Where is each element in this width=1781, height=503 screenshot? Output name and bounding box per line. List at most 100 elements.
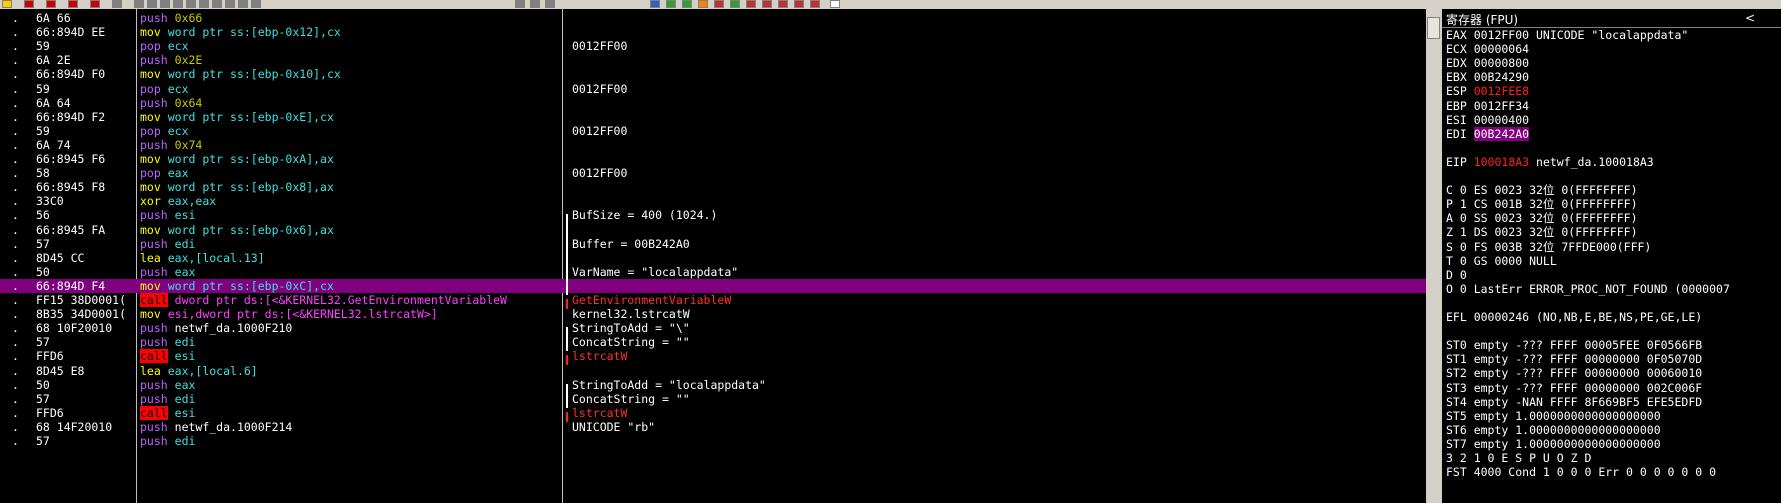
register-line[interactable]: EDI 00B242A0	[1446, 126, 1781, 141]
toolbar-button-icon[interactable]	[160, 0, 170, 8]
disassembly-row[interactable]: . 68 14F20010 push netwf_da.1000F214 UNICOD…	[0, 420, 1426, 434]
toolbar-button-icon[interactable]	[650, 0, 660, 8]
toolbar-button-icon[interactable]	[778, 0, 788, 8]
disassembly-row[interactable]: . 57 push edi ConcatString = ""	[0, 335, 1426, 349]
toolbar-button-icon[interactable]	[714, 0, 724, 8]
register-line[interactable]: EBP 0012FF34	[1446, 99, 1781, 113]
disassembly-row[interactable]: . 68 10F20010 push netwf_da.1000F210 String…	[0, 321, 1426, 335]
row-marker: .	[12, 25, 19, 40]
toolbar-button-icon[interactable]	[251, 0, 261, 8]
register-line[interactable]: S 0 FS 003B 32位 7FFDE000(FFF)	[1446, 240, 1781, 254]
disassembly-row[interactable]: . 66:894D F2 mov word ptr ss:[ebp-0xE],cx	[0, 110, 1426, 124]
disassembly-row[interactable]: . 66:8945 F6 mov word ptr ss:[ebp-0xA],ax	[0, 152, 1426, 166]
registers-pane[interactable]: 寄存器 (FPU) < EAX 0012FF00 UNICODE "locala…	[1442, 9, 1781, 503]
register-line[interactable]: Z 1 DS 0023 32位 0(FFFFFFFF)	[1446, 225, 1781, 239]
toolbar-button-icon[interactable]	[112, 0, 122, 8]
toolbar-button-icon[interactable]	[515, 0, 525, 8]
toolbar-button-icon[interactable]	[186, 0, 196, 8]
disassembly-row[interactable]: . 66:8945 FA mov word ptr ss:[ebp-0x6],ax	[0, 223, 1426, 237]
disassembly-row[interactable]: . 6A 64 push 0x64	[0, 96, 1426, 110]
register-line[interactable]: C 0 ES 0023 32位 0(FFFFFFFF)	[1446, 183, 1781, 197]
toolbar-button-icon[interactable]	[794, 0, 804, 8]
collapse-chevron-icon[interactable]: <	[1745, 11, 1755, 25]
toolbar-button-icon[interactable]	[2, 0, 12, 8]
toolbar-button-icon[interactable]	[666, 0, 676, 8]
disassembly-row[interactable]: . 59 pop ecx 0012FF00	[0, 82, 1426, 96]
register-line[interactable]: ST5 empty 1.0000000000000000000	[1446, 409, 1781, 423]
register-line[interactable]: ST6 empty 1.0000000000000000000	[1446, 423, 1781, 437]
toolbar-button-icon[interactable]	[212, 0, 222, 8]
register-line[interactable]: ESI 00000400	[1446, 113, 1781, 127]
disassembly-pane[interactable]: . 6A 66 push 0x66. 66:894D EE mov word ptr s…	[0, 9, 1426, 503]
disassembly-row[interactable]: . 66:8945 F8 mov word ptr ss:[ebp-0x8],ax	[0, 180, 1426, 194]
register-line[interactable]: EAX 0012FF00 UNICODE "localappdata"	[1446, 28, 1781, 42]
toolbar-button-icon[interactable]	[90, 0, 100, 8]
register-line[interactable]: ST0 empty -??? FFFF 00005FEE 0F0566FB	[1446, 338, 1781, 352]
disassembly-row[interactable]: . 57 push edi	[0, 434, 1426, 448]
disassembly-row[interactable]: . 8D45 CC lea eax,[local.13]	[0, 251, 1426, 265]
register-line[interactable]: ST2 empty -??? FFFF 00000000 00060010	[1446, 366, 1781, 380]
register-line[interactable]: EBX 00B24290	[1446, 70, 1781, 84]
disassembly-row[interactable]: . 33C0 xor eax,eax	[0, 194, 1426, 208]
register-line[interactable]: ST7 empty 1.0000000000000000000	[1446, 437, 1781, 451]
scrollbar-thumb[interactable]	[1427, 17, 1440, 39]
disassembly-row[interactable]: . FFD6 call esi lstrcatW	[0, 349, 1426, 364]
register-line[interactable]: ST3 empty -??? FFFF 00000000 002C006F	[1446, 381, 1781, 395]
register-line[interactable]: ST1 empty -??? FFFF 00000000 0F05070D	[1446, 352, 1781, 366]
register-line[interactable]: FST 4000 Cond 1 0 0 0 Err 0 0 0 0 0 0 0	[1446, 465, 1781, 479]
toolbar-button-icon[interactable]	[682, 0, 692, 8]
toolbar-button-icon[interactable]	[830, 0, 840, 8]
register-line[interactable]: ECX 00000064	[1446, 42, 1781, 56]
toolbar-button-icon[interactable]	[68, 0, 78, 8]
disassembly-row[interactable]: . 66:894D F0 mov word ptr ss:[ebp-0x10],cx	[0, 67, 1426, 81]
toolbar-button-icon[interactable]	[225, 0, 235, 8]
register-line[interactable]	[1446, 141, 1781, 155]
disassembly-row[interactable]: . 8B35 34D0001(mov esi,dword ptr ds:[<&KE…	[0, 307, 1426, 321]
disassembly-row[interactable]: . 58 pop eax 0012FF00	[0, 166, 1426, 180]
toolbar-button-icon[interactable]	[238, 0, 248, 8]
toolbar-button-icon[interactable]	[810, 0, 820, 8]
register-line[interactable]: A 0 SS 0023 32位 0(FFFFFFFF)	[1446, 211, 1781, 225]
toolbar-button-icon[interactable]	[173, 0, 183, 8]
register-line[interactable]: EFL 00000246 (NO,NB,E,BE,NS,PE,GE,LE)	[1446, 310, 1781, 324]
register-line[interactable]: T 0 GS 0000 NULL	[1446, 254, 1781, 268]
toolbar-button-icon[interactable]	[199, 0, 209, 8]
toolbar-button-icon[interactable]	[545, 0, 555, 8]
disassembly-scrollbar[interactable]	[1426, 9, 1442, 503]
disassembly-row[interactable]: . 6A 2E push 0x2E	[0, 53, 1426, 67]
disassembly-row[interactable]: . 6A 66 push 0x66	[0, 11, 1426, 25]
toolbar-button-icon[interactable]	[134, 0, 144, 8]
disassembly-row[interactable]: . 59 pop ecx 0012FF00	[0, 124, 1426, 138]
toolbar-button-icon[interactable]	[762, 0, 772, 8]
register-line[interactable]: D 0	[1446, 268, 1781, 282]
disassembly-row[interactable]: . 56 push esi BufSize = 400 (1024.)	[0, 208, 1426, 222]
register-line[interactable]: EIP 100018A3 netwf_da.100018A3	[1446, 155, 1781, 169]
register-line[interactable]: 3 2 1 0 E S P U O Z D	[1446, 451, 1781, 465]
disassembly-row[interactable]: . 6A 74 push 0x74	[0, 138, 1426, 152]
disassembly-row[interactable]: . 50 push eax StringToAdd = "localappdata"	[0, 378, 1426, 392]
disassembly-row[interactable]: . 57 push edi ConcatString = ""	[0, 392, 1426, 406]
disassembly-row[interactable]: . 66:894D F4 mov word ptr ss:[ebp-0xC],cx	[0, 278, 1426, 293]
register-line[interactable]: ESP 0012FEE8	[1446, 84, 1781, 98]
register-line[interactable]	[1446, 169, 1781, 183]
register-line[interactable]	[1446, 324, 1781, 338]
disassembly-row[interactable]: . 59 pop ecx 0012FF00	[0, 39, 1426, 53]
disassembly-row[interactable]: . 66:894D EE mov word ptr ss:[ebp-0x12],cx	[0, 25, 1426, 39]
disassembly-row[interactable]: . FFD6 call esi lstrcatW	[0, 405, 1426, 420]
register-line[interactable]: O 0 LastErr ERROR_PROC_NOT_FOUND (000000…	[1446, 282, 1781, 296]
register-line[interactable]	[1446, 296, 1781, 310]
toolbar-button-icon[interactable]	[46, 0, 56, 8]
toolbar-button-icon[interactable]	[147, 0, 157, 8]
toolbar-button-icon[interactable]	[730, 0, 740, 8]
register-line[interactable]: EDX 00000800	[1446, 56, 1781, 70]
toolbar-button-icon[interactable]	[24, 0, 34, 8]
toolbar-button-icon[interactable]	[746, 0, 756, 8]
toolbar-button-icon[interactable]	[530, 0, 540, 8]
toolbar-button-icon[interactable]	[698, 0, 708, 8]
disassembly-row[interactable]: . 57 push edi Buffer = 00B242A0	[0, 237, 1426, 251]
register-line[interactable]: ST4 empty -NAN FFFF 8F669BF5 EFE5EDFD	[1446, 395, 1781, 409]
disassembly-row[interactable]: . 50 push eax VarName = "localappdata"	[0, 265, 1426, 279]
register-line[interactable]: P 1 CS 001B 32位 0(FFFFFFFF)	[1446, 197, 1781, 211]
disassembly-row[interactable]: . 8D45 E8 lea eax,[local.6]	[0, 364, 1426, 378]
disassembly-row[interactable]: . FF15 38D0001(call dword ptr ds:[<&KERNE…	[0, 293, 1426, 307]
